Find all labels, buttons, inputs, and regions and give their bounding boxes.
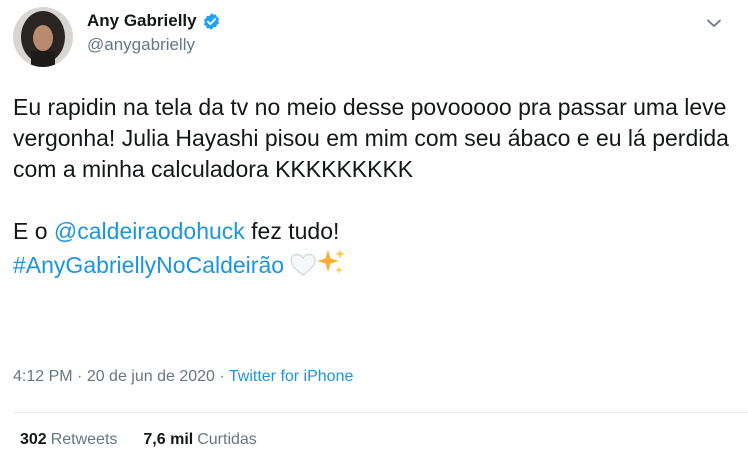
author-name-row[interactable]: Any Gabrielly xyxy=(87,11,221,31)
hashtag-link[interactable]: #AnyGabriellyNoCaldeirão xyxy=(13,252,284,278)
likes-label: Curtidas xyxy=(197,431,257,448)
retweets-label: Retweets xyxy=(50,431,118,448)
verified-badge-icon xyxy=(202,12,221,31)
retweets-count: 302 xyxy=(20,431,47,448)
tweet-stats: 302 Retweets 7,6 mil Curtidas xyxy=(20,431,257,449)
tweet-paragraph-2: E o @caldeiraodohuck fez tudo! xyxy=(13,216,738,247)
tweet-text: Eu rapidin na tela da tv no meio desse p… xyxy=(13,92,738,285)
avatar[interactable] xyxy=(13,7,73,67)
chevron-down-icon[interactable] xyxy=(705,14,723,32)
tweet-paragraph-1: Eu rapidin na tela da tv no meio desse p… xyxy=(13,94,729,182)
tweet-date[interactable]: 20 de jun de 2020 xyxy=(87,368,215,385)
meta-separator-2: · xyxy=(214,368,229,385)
retweets-stat[interactable]: 302 Retweets xyxy=(20,431,117,449)
tweet-source-link[interactable]: Twitter for iPhone xyxy=(229,368,354,385)
divider xyxy=(13,412,748,413)
tweet-paragraph-3: #AnyGabriellyNoCaldeirão xyxy=(13,247,738,285)
tweet-time[interactable]: 4:12 PM xyxy=(13,368,73,385)
author-display-name[interactable]: Any Gabrielly xyxy=(87,11,197,31)
white-heart-icon xyxy=(290,253,317,285)
avatar-image xyxy=(13,7,73,67)
likes-stat[interactable]: 7,6 mil Curtidas xyxy=(143,431,256,449)
author-handle[interactable]: @anygabrielly xyxy=(87,35,221,55)
text-prefix: E o xyxy=(13,218,54,244)
text-suffix: fez tudo! xyxy=(244,218,340,244)
likes-count: 7,6 mil xyxy=(143,431,194,448)
mention-link[interactable]: @caldeiraodohuck xyxy=(54,218,245,244)
sparkles-icon xyxy=(316,247,346,285)
meta-separator: · xyxy=(72,368,87,385)
tweet-meta: 4:12 PM · 20 de jun de 2020 · Twitter fo… xyxy=(13,368,353,386)
